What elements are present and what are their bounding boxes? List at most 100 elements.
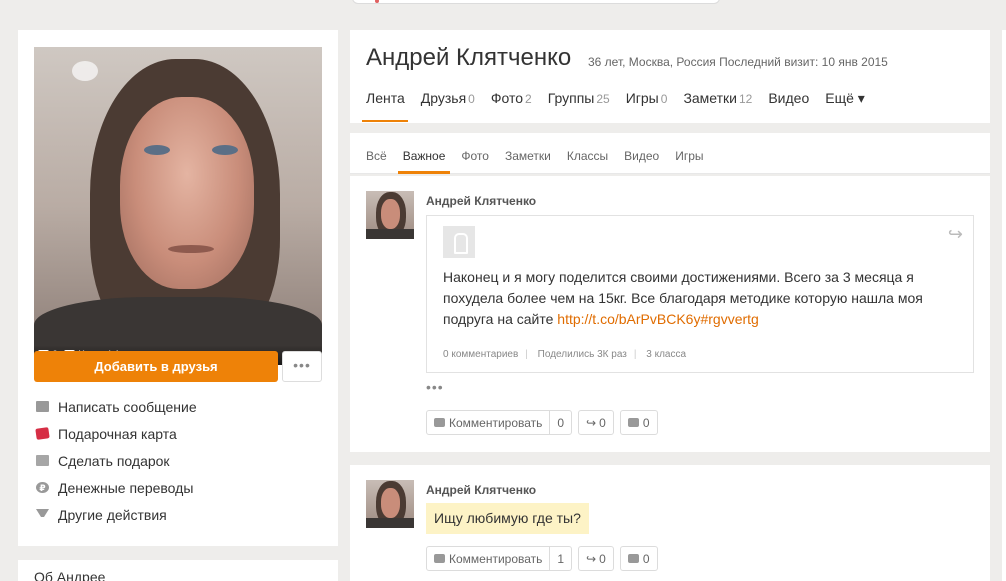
tab-count: 25: [596, 92, 610, 106]
like-button[interactable]: 0: [619, 410, 658, 435]
tab-games[interactable]: Игры 0: [626, 90, 668, 107]
like-count: 0: [642, 415, 650, 430]
share-arrow-icon: ↪: [586, 551, 597, 566]
add-friend-button[interactable]: Добавить в друзья: [34, 351, 278, 382]
comment-bubble-icon: [434, 554, 445, 563]
about-title[interactable]: Об Андрее: [34, 569, 105, 581]
tab-friends[interactable]: Друзья 0: [421, 90, 475, 107]
comment-count: 1: [549, 547, 571, 570]
photo-mouth: [168, 245, 214, 253]
notification-dot: [375, 0, 379, 3]
repost-comments[interactable]: 0 комментариев: [443, 349, 518, 360]
tab-photos[interactable]: Фото 2: [491, 90, 532, 107]
tab-label: Лента: [366, 90, 405, 106]
action-gift-card[interactable]: Подарочная карта: [34, 423, 197, 450]
triangle-down-icon: [36, 509, 49, 520]
active-tab-indicator: [362, 120, 408, 122]
profile-name: Андрей Клятченко: [366, 44, 572, 71]
active-filter-indicator: [398, 171, 450, 174]
action-send-message[interactable]: Написать сообщение: [34, 396, 197, 423]
photo-eye: [212, 145, 238, 155]
photo-eye: [144, 145, 170, 155]
filter-games[interactable]: Игры: [675, 149, 703, 163]
tab-label: Группы: [547, 90, 595, 106]
status-bubble: Ищу любимую где ты?: [426, 503, 589, 534]
action-label: Подарочная карта: [58, 426, 177, 442]
tab-notes[interactable]: Заметки 12: [683, 90, 752, 107]
filter-all[interactable]: Всё: [366, 149, 387, 163]
tab-feed[interactable]: Лента: [366, 90, 405, 107]
author-avatar[interactable]: [366, 480, 414, 528]
post-more-icon[interactable]: •••: [426, 379, 444, 395]
filter-important[interactable]: Важное: [403, 149, 446, 163]
profile-actions: Написать сообщение Подарочная карта Сдел…: [34, 396, 197, 531]
thumb-shirt: [366, 518, 414, 528]
thumb-shirt: [366, 229, 414, 239]
user-placeholder-icon: [443, 226, 475, 258]
repost-stats: 0 комментариев | Поделились 3К раз | 3 кла…: [443, 349, 687, 360]
share-arrow-icon: ↪: [586, 415, 597, 430]
tab-count: 0: [468, 92, 475, 106]
profile-photo[interactable]: 0 Класс! 1: [34, 47, 322, 365]
post-text: Наконец и я могу поделится своими достиж…: [443, 267, 963, 330]
tab-count: 0: [660, 92, 668, 106]
like-button[interactable]: 0: [619, 546, 658, 571]
tab-label: Ещё ▾: [825, 90, 865, 106]
share-button[interactable]: ↪ 0: [578, 546, 614, 571]
share-button[interactable]: ↪ 0: [578, 410, 614, 435]
share-count: 0: [599, 551, 606, 566]
action-label: Другие действия: [58, 507, 167, 523]
tab-count: 2: [525, 92, 532, 106]
reposted-content[interactable]: ↪ Наконец и я могу поделится своими дост…: [426, 215, 974, 373]
share-arrow-icon[interactable]: ↪: [948, 224, 963, 245]
more-options-button[interactable]: •••: [282, 351, 322, 382]
filter-notes[interactable]: Заметки: [505, 149, 551, 163]
tab-label: Друзья: [420, 90, 467, 106]
comment-bubble-icon: [434, 418, 445, 427]
action-give-gift[interactable]: Сделать подарок: [34, 450, 197, 477]
about-section: Об Андрее: [18, 560, 338, 581]
comment-button[interactable]: Комментировать 0: [426, 410, 573, 435]
tab-count: 12: [738, 92, 753, 106]
top-search-bar[interactable]: [352, 0, 720, 4]
comment-label: Комментировать: [449, 415, 543, 430]
tab-label: Игры: [625, 90, 659, 106]
comment-count: 0: [549, 411, 571, 434]
gift-icon: [36, 455, 49, 466]
tab-video[interactable]: Видео: [768, 90, 809, 107]
gift-card-icon: [35, 427, 50, 440]
filter-photos[interactable]: Фото: [461, 149, 489, 163]
author-avatar[interactable]: [366, 191, 414, 239]
action-label: Написать сообщение: [58, 399, 197, 415]
photo-face: [120, 97, 254, 289]
action-other[interactable]: Другие действия: [34, 504, 197, 531]
share-count: 0: [599, 415, 606, 430]
thumb-up-icon: [627, 418, 639, 427]
post-link[interactable]: http://t.co/bArPvBCK6y#rgvvertg: [557, 311, 759, 327]
profile-tabs: Лента Друзья 0 Фото 2 Группы 25 Игры 0 Замет…: [366, 90, 865, 107]
tab-groups[interactable]: Группы 25: [548, 90, 610, 107]
repost-classes[interactable]: 3 класса: [646, 349, 686, 360]
action-label: Денежные переводы: [58, 480, 194, 496]
post-author[interactable]: Андрей Клятченко: [426, 194, 536, 208]
photo-lamp: [72, 61, 98, 81]
feed-post: Андрей Клятченко ↪ Наконец и я могу поде…: [350, 176, 990, 452]
like-count: 0: [642, 551, 650, 566]
thumb-face: [381, 199, 400, 229]
tab-label: Фото: [490, 90, 524, 106]
comment-button[interactable]: Комментировать 1: [426, 546, 573, 571]
tab-label: Заметки: [683, 90, 737, 106]
post-author[interactable]: Андрей Клятченко: [426, 483, 536, 497]
thumb-face: [381, 488, 400, 518]
action-money-transfer[interactable]: ₽ Денежные переводы: [34, 477, 197, 504]
filter-video[interactable]: Видео: [624, 149, 659, 163]
profile-sidebar: 0 Класс! 1 Добавить в друзья ••• Написат…: [18, 30, 338, 546]
filter-classes[interactable]: Классы: [567, 149, 608, 163]
repost-shares[interactable]: Поделились 3К раз: [538, 349, 627, 360]
feed-filters: Всё Важное Фото Заметки Классы Видео Игр…: [350, 133, 990, 174]
ruble-icon: ₽: [36, 482, 49, 493]
tab-more[interactable]: Ещё ▾: [825, 90, 865, 107]
envelope-icon: [36, 401, 49, 412]
action-label: Сделать подарок: [58, 453, 170, 469]
profile-header: Андрей Клятченко 36 лет, Москва, Россия …: [350, 30, 990, 123]
